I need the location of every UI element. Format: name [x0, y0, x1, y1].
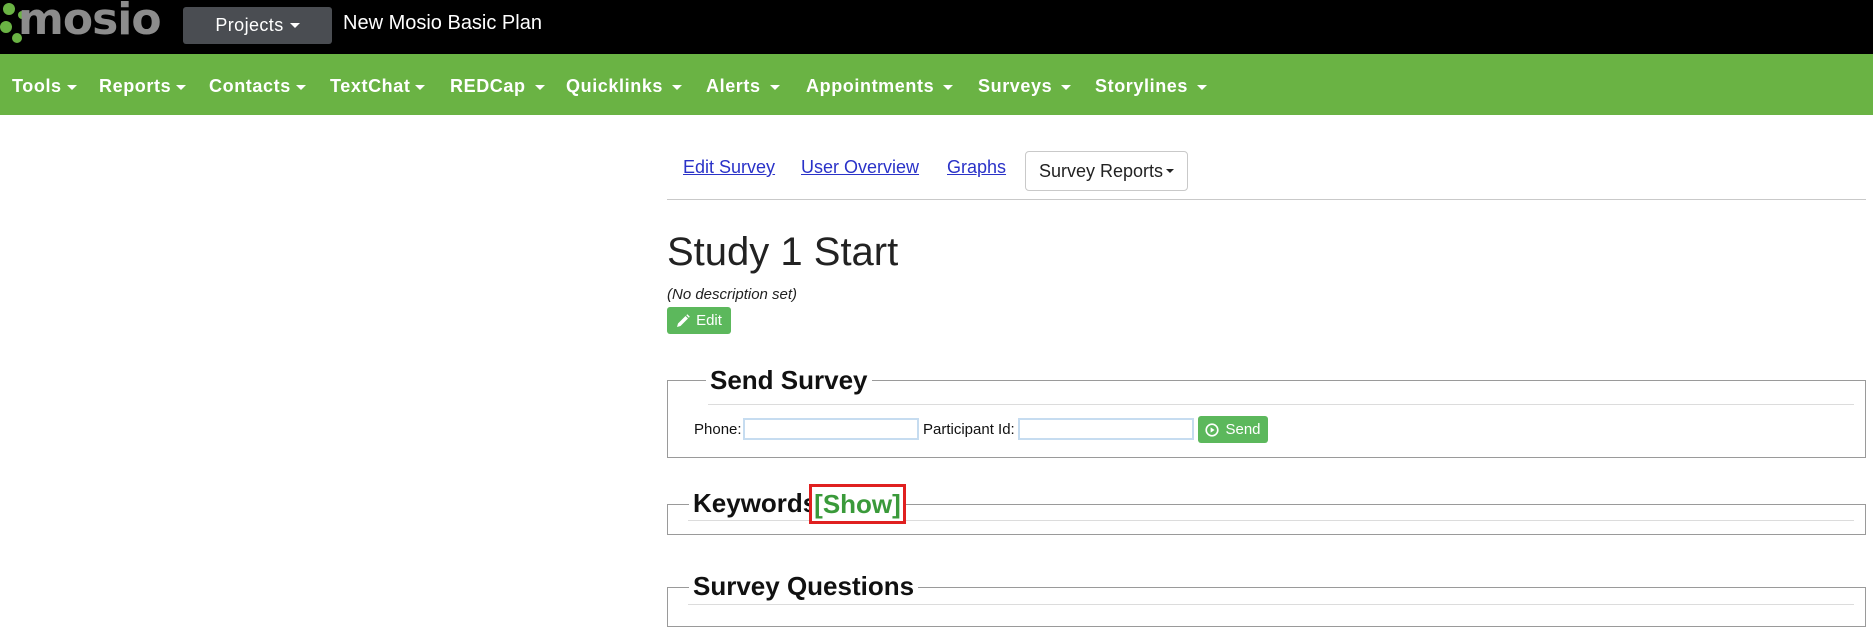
edit-label: Edit [696, 312, 722, 329]
top-bar: mosio Projects New Mosio Basic Plan [0, 0, 1873, 54]
subtabs-divider [667, 199, 1866, 200]
keywords-show-toggle[interactable]: [Show] [809, 484, 906, 524]
survey-questions-divider [688, 604, 1854, 605]
projects-dropdown-button[interactable]: Projects [183, 7, 332, 44]
nav-item-label: TextChat [330, 76, 411, 96]
pencil-icon [677, 313, 690, 327]
mosio-logo[interactable]: mosio [0, 0, 176, 46]
nav-item-label: Quicklinks [566, 76, 664, 96]
chevron-down-icon [415, 84, 426, 90]
nav-item-contacts[interactable]: Contacts [209, 76, 306, 97]
nav-item-label: REDCap [450, 76, 526, 96]
keywords-legend: Keywords [689, 488, 822, 519]
plan-name: New Mosio Basic Plan [343, 12, 542, 34]
send-label: Send [1225, 421, 1261, 438]
participant-id-input[interactable] [1018, 418, 1194, 440]
chevron-down-icon [534, 84, 545, 90]
chevron-down-icon [289, 23, 300, 28]
phone-label: Phone: [694, 421, 742, 438]
phone-input[interactable] [743, 418, 919, 440]
nav-item-appointments[interactable]: Appointments [806, 76, 954, 97]
play-circle-icon [1205, 422, 1220, 437]
nav-item-label: Storylines [1095, 76, 1189, 96]
nav-item-storylines[interactable]: Storylines [1095, 76, 1208, 97]
nav-item-label: Contacts [209, 76, 291, 96]
nav-item-tools[interactable]: Tools [12, 76, 77, 97]
tab-graphs[interactable]: Graphs [947, 157, 1006, 178]
projects-label: Projects [215, 15, 284, 35]
nav-item-label: Tools [12, 76, 62, 96]
send-survey-legend: Send Survey [706, 365, 872, 396]
chevron-down-icon [769, 84, 780, 90]
chevron-down-icon [295, 84, 306, 90]
participant-id-label: Participant Id: [923, 421, 1015, 438]
chevron-down-icon [1166, 169, 1175, 173]
nav-item-label: Appointments [806, 76, 935, 96]
main-nav: Tools Reports Contacts TextChat REDCap Q… [0, 54, 1873, 115]
chevron-down-icon [66, 84, 77, 90]
edit-description-button[interactable]: Edit [667, 307, 731, 334]
survey-reports-dropdown[interactable]: Survey Reports [1025, 151, 1188, 191]
chevron-down-icon [943, 84, 954, 90]
nav-item-label: Alerts [706, 76, 761, 96]
tab-user-overview[interactable]: User Overview [801, 157, 919, 178]
chevron-down-icon [1061, 84, 1072, 90]
nav-item-alerts[interactable]: Alerts [706, 76, 780, 97]
nav-item-label: Reports [99, 76, 172, 96]
chevron-down-icon [1197, 84, 1208, 90]
nav-item-redcap[interactable]: REDCap [450, 76, 545, 97]
chevron-down-icon [176, 84, 187, 90]
survey-description: (No description set) [667, 286, 798, 303]
nav-item-quicklinks[interactable]: Quicklinks [566, 76, 683, 97]
logo-text: mosio [18, 0, 162, 45]
survey-questions-legend: Survey Questions [689, 571, 919, 602]
chevron-down-icon [672, 84, 683, 90]
nav-item-reports[interactable]: Reports [99, 76, 187, 97]
nav-item-surveys[interactable]: Surveys [978, 76, 1072, 97]
nav-item-label: Surveys [978, 76, 1053, 96]
send-survey-divider [708, 404, 1854, 405]
send-survey-button[interactable]: Send [1198, 416, 1268, 443]
survey-reports-label: Survey Reports [1038, 160, 1164, 181]
page-title: Study 1 Start [667, 230, 899, 274]
tab-edit-survey[interactable]: Edit Survey [683, 157, 775, 178]
nav-item-textchat[interactable]: TextChat [330, 76, 426, 97]
